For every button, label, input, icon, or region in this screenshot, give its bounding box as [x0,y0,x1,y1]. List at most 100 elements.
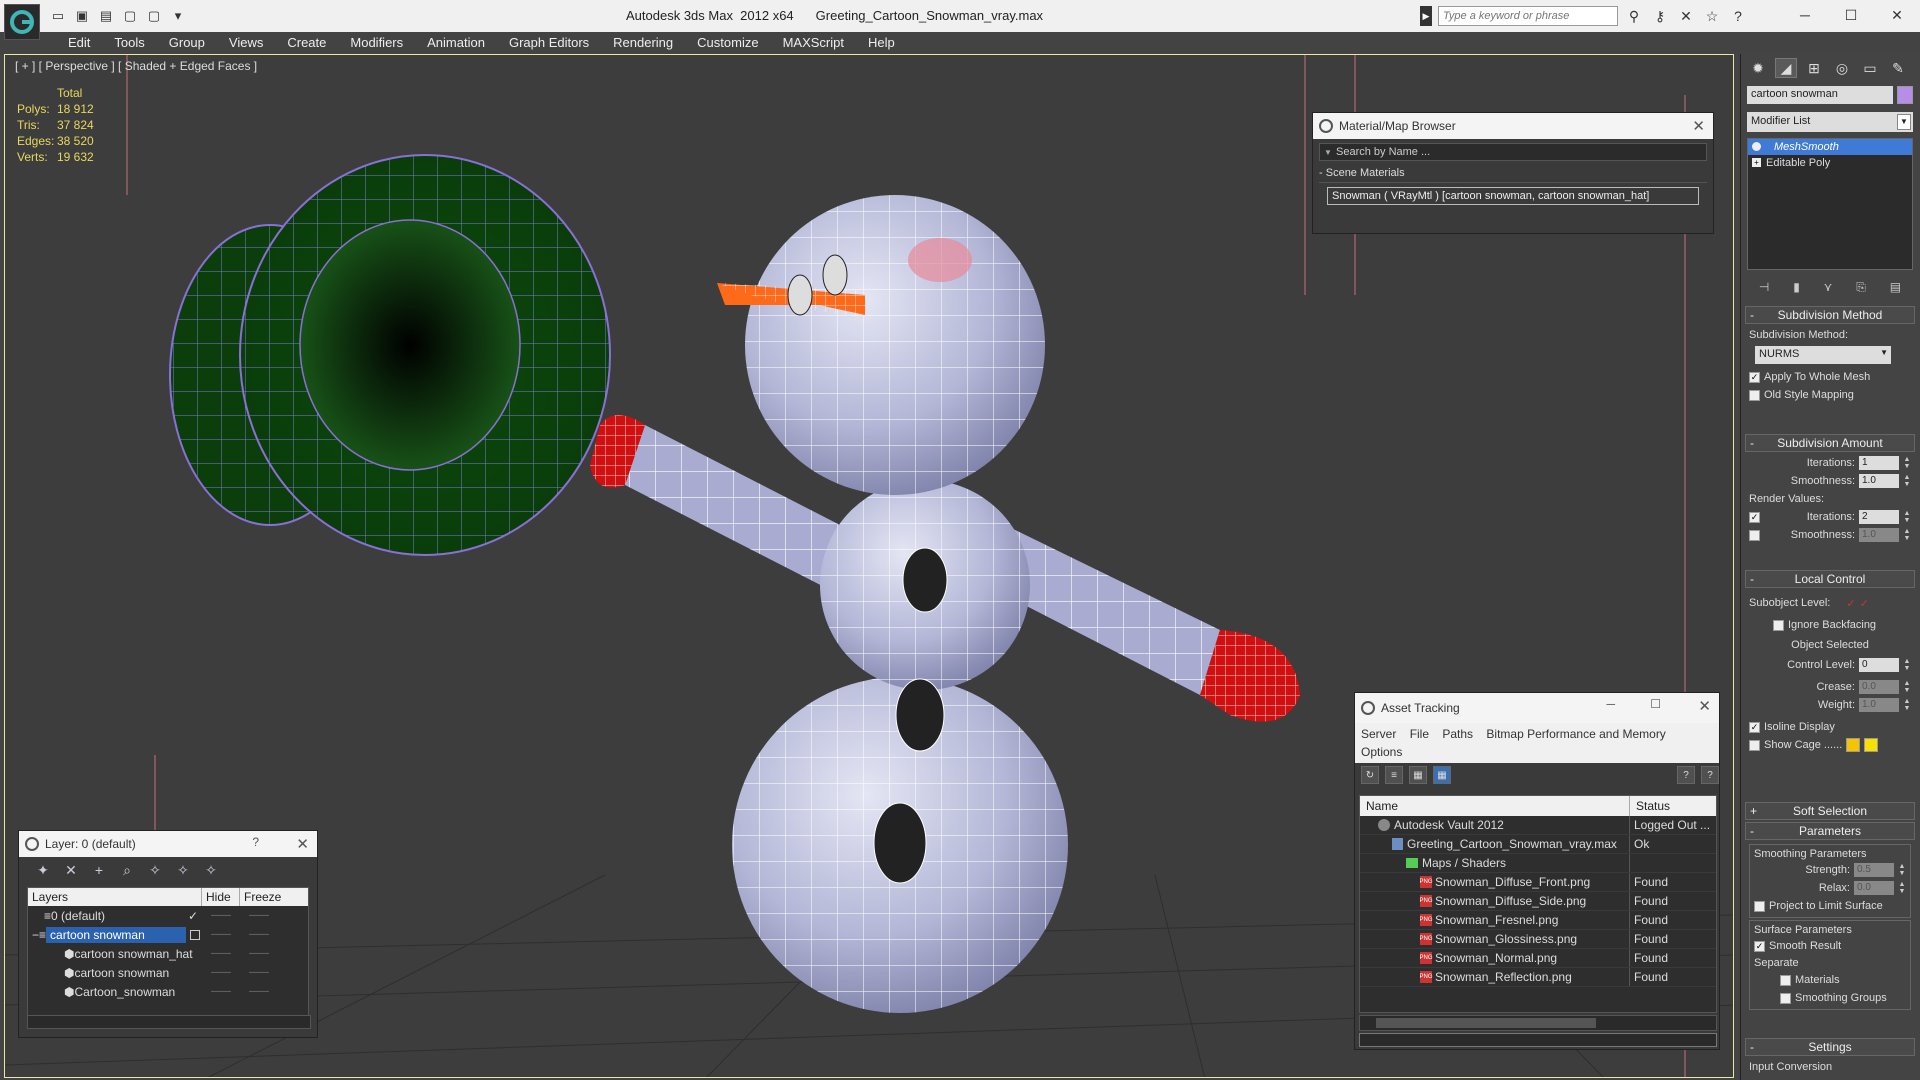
render-smoothness-spinner[interactable]: 1.0 [1859,528,1899,542]
help-icon[interactable]: ? [1677,766,1695,784]
menu-views[interactable]: Views [217,32,275,54]
asset-menu-paths[interactable]: Paths [1442,727,1473,741]
help-icon[interactable]: ? [1728,6,1748,26]
table-row[interactable]: PNG Snowman_Diffuse_Front.png Found [1360,873,1716,892]
spinner-arrows-icon[interactable]: ▲ ▼ [1898,881,1906,895]
separate-materials-checkbox[interactable] [1780,974,1791,986]
vertex-level-icon[interactable]: ✓ [1846,597,1855,610]
close-button[interactable]: ✕ [1874,0,1920,30]
spinner-arrows-icon[interactable]: ▲ ▼ [1898,863,1906,877]
scene-materials-header[interactable]: - Scene Materials [1319,167,1707,183]
parameters-header[interactable]: - Parameters [1745,822,1915,840]
column-layers[interactable]: Layers [28,888,202,906]
maximize-icon[interactable]: ☐ [1650,697,1661,711]
select-objects-icon[interactable]: ⌕ [117,860,137,880]
dropdown-triangle-icon[interactable]: ▼ [1324,148,1332,157]
close-icon[interactable]: ✕ [1692,117,1705,135]
stack-item-editable-poly[interactable]: + Editable Poly [1748,155,1912,171]
cage-selection-color-swatch[interactable] [1864,738,1879,752]
menu-graph-editors[interactable]: Graph Editors [497,32,601,54]
layer-manager-titlebar[interactable]: Layer: 0 (default) ? ✕ [19,831,317,857]
remove-modifier-icon[interactable]: ⎘ [1856,280,1866,295]
table-row[interactable]: Maps / Shaders [1360,854,1716,873]
make-unique-icon[interactable]: ⋎ [1824,280,1833,294]
menu-edit[interactable]: Edit [56,32,102,54]
spinner-arrows-icon[interactable]: ▲ ▼ [1903,680,1911,694]
binoculars-icon[interactable]: ⚲ [1624,6,1644,26]
exchange-icon[interactable]: ✕ [1676,6,1696,26]
utilities-tab-icon[interactable]: ✎ [1887,58,1909,78]
layer-hide-toggle[interactable]: —— [202,967,240,978]
subdivision-method-header[interactable]: - Subdivision Method [1745,306,1915,324]
refresh-icon[interactable]: ↻ [1361,766,1379,784]
column-hide[interactable]: Hide [202,888,240,906]
material-search-input[interactable]: ▼ Search by Name ... [1319,143,1707,161]
asset-menu-server[interactable]: Server [1361,727,1396,741]
freeze-all-layers-icon[interactable]: ✧ [201,860,221,880]
object-name-field[interactable]: cartoon snowman [1747,86,1893,104]
table-row[interactable]: Greeting_Cartoon_Snowman_vray.max Ok [1360,835,1716,854]
minimize-button[interactable]: ─ [1782,0,1828,30]
layer-freeze-toggle[interactable]: —— [240,929,278,940]
material-browser-titlebar[interactable]: Material/Map Browser ✕ [1313,113,1713,139]
minimize-icon[interactable]: ─ [1606,697,1615,711]
key-icon[interactable]: ⚷ [1650,6,1670,26]
menu-customize[interactable]: Customize [685,32,770,54]
layer-horizontal-scrollbar[interactable] [27,1015,311,1029]
create-tab-icon[interactable]: ✹ [1747,58,1769,78]
close-icon[interactable]: ✕ [296,835,309,853]
delete-layer-icon[interactable]: ✕ [61,860,81,880]
layer-hide-toggle[interactable]: —— [202,929,240,940]
keyword-search-input[interactable] [1438,6,1618,26]
crease-spinner[interactable]: 0.0 [1859,680,1899,694]
soft-selection-header[interactable]: + Soft Selection [1745,802,1915,820]
subdivision-amount-header[interactable]: - Subdivision Amount [1745,434,1915,452]
add-to-layer-icon[interactable]: + [89,860,109,880]
table-row[interactable]: Autodesk Vault 2012 Logged Out ... [1360,816,1716,835]
menu-group[interactable]: Group [157,32,217,54]
help-icon[interactable]: ? [252,835,259,849]
apply-whole-mesh-checkbox[interactable]: ✓ [1749,371,1760,383]
ignore-backfacing-checkbox[interactable] [1773,619,1784,631]
chevron-down-icon[interactable]: ▼ [1897,114,1911,130]
table-view-icon[interactable]: ▦ [1409,766,1427,784]
menu-create[interactable]: Create [275,32,338,54]
layer-freeze-toggle[interactable]: —— [240,967,278,978]
settings-header[interactable]: - Settings [1745,1038,1915,1056]
layer-row[interactable]: ≡ 0 (default) ✓ —— —— [28,906,308,925]
iterations-spinner[interactable]: 1 [1859,456,1899,470]
control-level-spinner[interactable]: 0 [1859,658,1899,672]
undo-icon[interactable]: ▢ [120,6,140,26]
asset-menu-options[interactable]: Options [1361,745,1402,759]
material-item-snowman[interactable]: Snowman ( VRayMtl ) [cartoon snowman, ca… [1327,187,1699,205]
strength-spinner[interactable]: 0.5 [1854,863,1894,877]
layer-row[interactable]: ⬢ Cartoon_snowman —— —— [28,982,308,1001]
separate-smoothing-groups-checkbox[interactable] [1780,992,1791,1004]
spinner-arrows-icon[interactable]: ▲ ▼ [1903,510,1911,524]
show-cage-checkbox[interactable] [1749,739,1760,751]
favorites-star-icon[interactable]: ☆ [1702,6,1722,26]
layer-hide-toggle[interactable]: —— [202,910,240,921]
spinner-arrows-icon[interactable]: ▲ ▼ [1903,528,1911,542]
column-name[interactable]: Name [1360,796,1630,816]
layer-freeze-toggle[interactable]: —— [240,910,278,921]
create-layer-icon[interactable]: ✦ [33,860,53,880]
project-limit-checkbox[interactable] [1754,900,1765,912]
column-status[interactable]: Status [1630,796,1676,816]
menu-tools[interactable]: Tools [102,32,156,54]
layer-row[interactable]: ⬢ cartoon snowman_hat —— —— [28,944,308,963]
spinner-arrows-icon[interactable]: ▲ ▼ [1903,698,1911,712]
asset-tracking-titlebar[interactable]: Asset Tracking ─ ☐ ✕ [1355,693,1719,723]
stack-item-meshsmooth[interactable]: MeshSmooth [1748,139,1912,155]
layer-freeze-toggle[interactable]: —— [240,986,278,997]
list-view-icon[interactable]: ≡ [1385,766,1403,784]
asset-menu-file[interactable]: File [1410,727,1429,741]
redo-icon[interactable]: ▢ [144,6,164,26]
maximize-button[interactable]: ☐ [1828,0,1874,30]
table-row[interactable]: PNG Snowman_Reflection.png Found [1360,968,1716,987]
table-row[interactable]: PNG Snowman_Fresnel.png Found [1360,911,1716,930]
spinner-arrows-icon[interactable]: ▲ ▼ [1903,456,1911,470]
grid-view-icon[interactable]: ▦ [1433,766,1451,784]
weight-spinner[interactable]: 1.0 [1859,698,1899,712]
smooth-result-checkbox[interactable]: ✓ [1754,940,1765,952]
